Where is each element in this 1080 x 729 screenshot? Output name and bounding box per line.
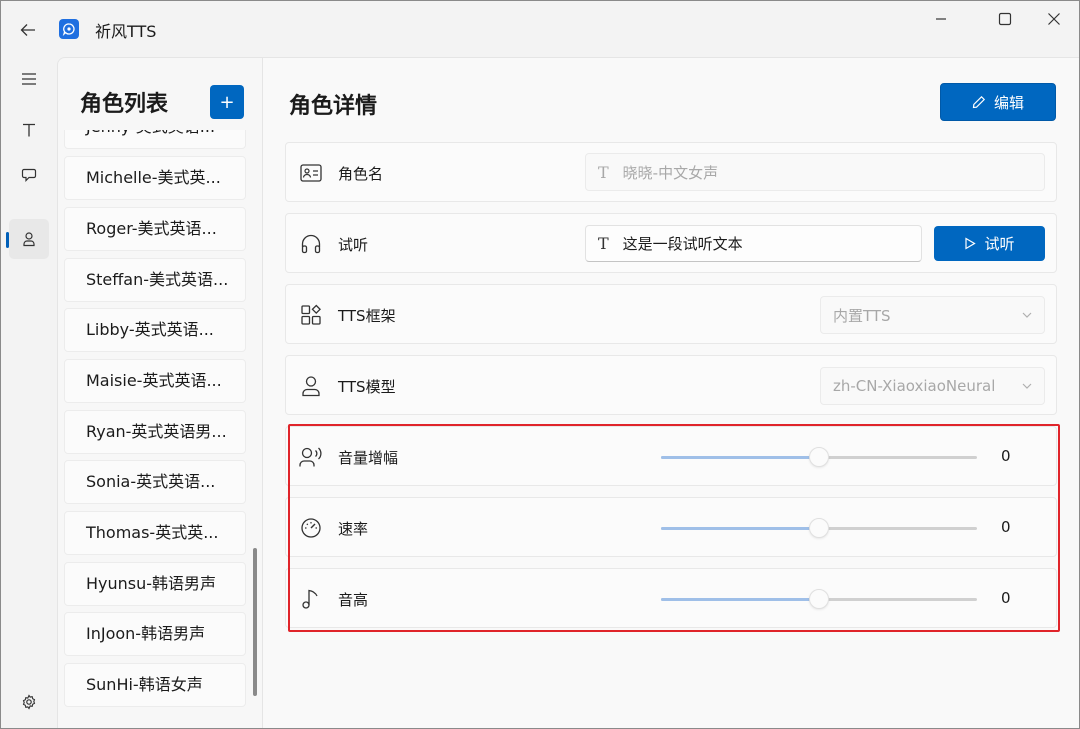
tts-model-select[interactable]: zh-CN-XiaoxiaoNeural bbox=[820, 367, 1045, 405]
volume-slider-thumb[interactable] bbox=[809, 447, 829, 467]
contact-card-icon bbox=[298, 160, 324, 186]
role-detail-panel: 角色详情 编辑 角色名 T 晓晓-中文女声 试听 T 这是一段试听文本 试听 T… bbox=[263, 57, 1079, 728]
tts-framework-value: 内置TTS bbox=[833, 306, 891, 325]
music-note-icon bbox=[298, 586, 324, 612]
pitch-slider-thumb[interactable] bbox=[809, 589, 829, 609]
role-list-title: 角色列表 bbox=[80, 92, 169, 117]
hamburger-menu-icon bbox=[22, 73, 36, 85]
person-icon bbox=[23, 232, 35, 247]
volume-row: 音量增幅 0 bbox=[285, 426, 1057, 486]
list-item[interactable]: Roger-美式英语... bbox=[64, 207, 246, 251]
chat-bubble-icon bbox=[21, 168, 37, 182]
back-button[interactable] bbox=[15, 17, 41, 43]
back-arrow-icon bbox=[20, 24, 35, 36]
edit-button[interactable]: 编辑 bbox=[940, 83, 1056, 121]
tts-framework-select[interactable]: 内置TTS bbox=[820, 296, 1045, 334]
nav-rail bbox=[1, 57, 57, 728]
text-t-icon bbox=[23, 123, 35, 137]
rate-row: 速率 0 bbox=[285, 497, 1057, 557]
app-title: 祈风TTS bbox=[95, 22, 157, 41]
list-item[interactable]: SunHi-韩语女声 bbox=[64, 663, 246, 707]
role-list-scrollbar[interactable] bbox=[253, 548, 257, 696]
nav-settings-button[interactable] bbox=[9, 682, 49, 722]
add-role-button[interactable]: + bbox=[210, 85, 244, 119]
text-t-icon: T bbox=[598, 162, 609, 182]
tts-model-value: zh-CN-XiaoxiaoNeural bbox=[833, 377, 996, 395]
role-list-panel: 角色列表 + Jenny-美式英语... Michelle-美式英... Rog… bbox=[57, 57, 263, 728]
rate-slider[interactable] bbox=[661, 518, 977, 538]
chevron-down-icon bbox=[1022, 312, 1032, 318]
edit-button-label: 编辑 bbox=[993, 93, 1024, 112]
volume-slider-fill bbox=[661, 456, 819, 459]
tts-model-label: TTS模型 bbox=[338, 378, 396, 396]
nav-roles-button[interactable] bbox=[9, 219, 49, 259]
pitch-slider-fill bbox=[661, 598, 819, 601]
title-bar: 祈风TTS bbox=[1, 1, 1079, 57]
role-name-input[interactable]: T 晓晓-中文女声 bbox=[585, 153, 1045, 191]
list-item[interactable]: InJoon-韩语男声 bbox=[64, 612, 246, 656]
maximize-button[interactable] bbox=[982, 5, 1028, 33]
minimize-button[interactable] bbox=[918, 5, 964, 33]
tts-framework-label: TTS框架 bbox=[338, 307, 396, 325]
preview-label: 试听 bbox=[338, 236, 369, 254]
rate-slider-thumb[interactable] bbox=[809, 518, 829, 538]
preview-play-label: 试听 bbox=[984, 235, 1015, 253]
role-detail-title: 角色详情 bbox=[289, 94, 378, 119]
apps-add-icon bbox=[298, 302, 324, 328]
chevron-down-icon bbox=[1022, 383, 1032, 389]
tts-framework-row: TTS框架 内置TTS bbox=[285, 284, 1057, 344]
minimize-icon bbox=[936, 18, 946, 20]
list-item[interactable]: Maisie-英式英语... bbox=[64, 359, 246, 403]
maximize-icon bbox=[998, 12, 1012, 26]
list-item[interactable]: Sonia-英式英语... bbox=[64, 460, 246, 504]
pitch-slider[interactable] bbox=[661, 589, 977, 609]
pencil-icon bbox=[972, 95, 986, 109]
list-item[interactable]: Jenny-美式英语... bbox=[64, 130, 246, 149]
close-icon bbox=[1048, 13, 1060, 25]
role-name-row: 角色名 T 晓晓-中文女声 bbox=[285, 142, 1057, 202]
nav-text-button[interactable] bbox=[9, 110, 49, 150]
nav-menu-button[interactable] bbox=[9, 59, 49, 99]
person-icon bbox=[298, 373, 324, 399]
nav-chat-button[interactable] bbox=[9, 155, 49, 195]
gear-icon bbox=[22, 694, 36, 710]
speedometer-icon bbox=[298, 515, 324, 541]
list-item[interactable]: Ryan-英式英语男... bbox=[64, 410, 246, 454]
role-name-placeholder: 晓晓-中文女声 bbox=[622, 163, 719, 182]
rate-slider-fill bbox=[661, 527, 819, 530]
role-name-label: 角色名 bbox=[338, 165, 384, 183]
pitch-value: 0 bbox=[1001, 589, 1011, 607]
tts-model-row: TTS模型 zh-CN-XiaoxiaoNeural bbox=[285, 355, 1057, 415]
volume-speaking-icon bbox=[298, 444, 324, 470]
app-window: 祈风TTS 角色列表 + Jenny-美 bbox=[0, 0, 1080, 729]
app-logo-icon bbox=[59, 19, 79, 39]
volume-label: 音量增幅 bbox=[338, 449, 399, 467]
pitch-row: 音高 0 bbox=[285, 568, 1057, 628]
preview-row: 试听 T 这是一段试听文本 试听 bbox=[285, 213, 1057, 273]
list-item[interactable]: Michelle-美式英... bbox=[64, 156, 246, 200]
preview-play-button[interactable]: 试听 bbox=[934, 226, 1045, 261]
text-t-icon: T bbox=[598, 234, 609, 253]
list-item[interactable]: Libby-英式英语... bbox=[64, 308, 246, 352]
preview-text-value: 这是一段试听文本 bbox=[622, 235, 743, 253]
list-item[interactable]: Thomas-英式英... bbox=[64, 511, 246, 555]
close-button[interactable] bbox=[1031, 5, 1077, 33]
list-item[interactable]: Steffan-美式英语... bbox=[64, 258, 246, 302]
role-list: Jenny-美式英语... Michelle-美式英... Roger-美式英语… bbox=[64, 130, 246, 726]
pitch-label: 音高 bbox=[338, 591, 369, 609]
list-item[interactable]: Hyunsu-韩语男声 bbox=[64, 562, 246, 606]
volume-value: 0 bbox=[1001, 447, 1011, 465]
volume-slider[interactable] bbox=[661, 447, 977, 467]
rate-value: 0 bbox=[1001, 518, 1011, 536]
preview-text-input[interactable]: T 这是一段试听文本 bbox=[585, 225, 922, 262]
rate-label: 速率 bbox=[338, 520, 369, 538]
play-icon bbox=[965, 237, 977, 250]
headphones-icon bbox=[298, 231, 324, 257]
